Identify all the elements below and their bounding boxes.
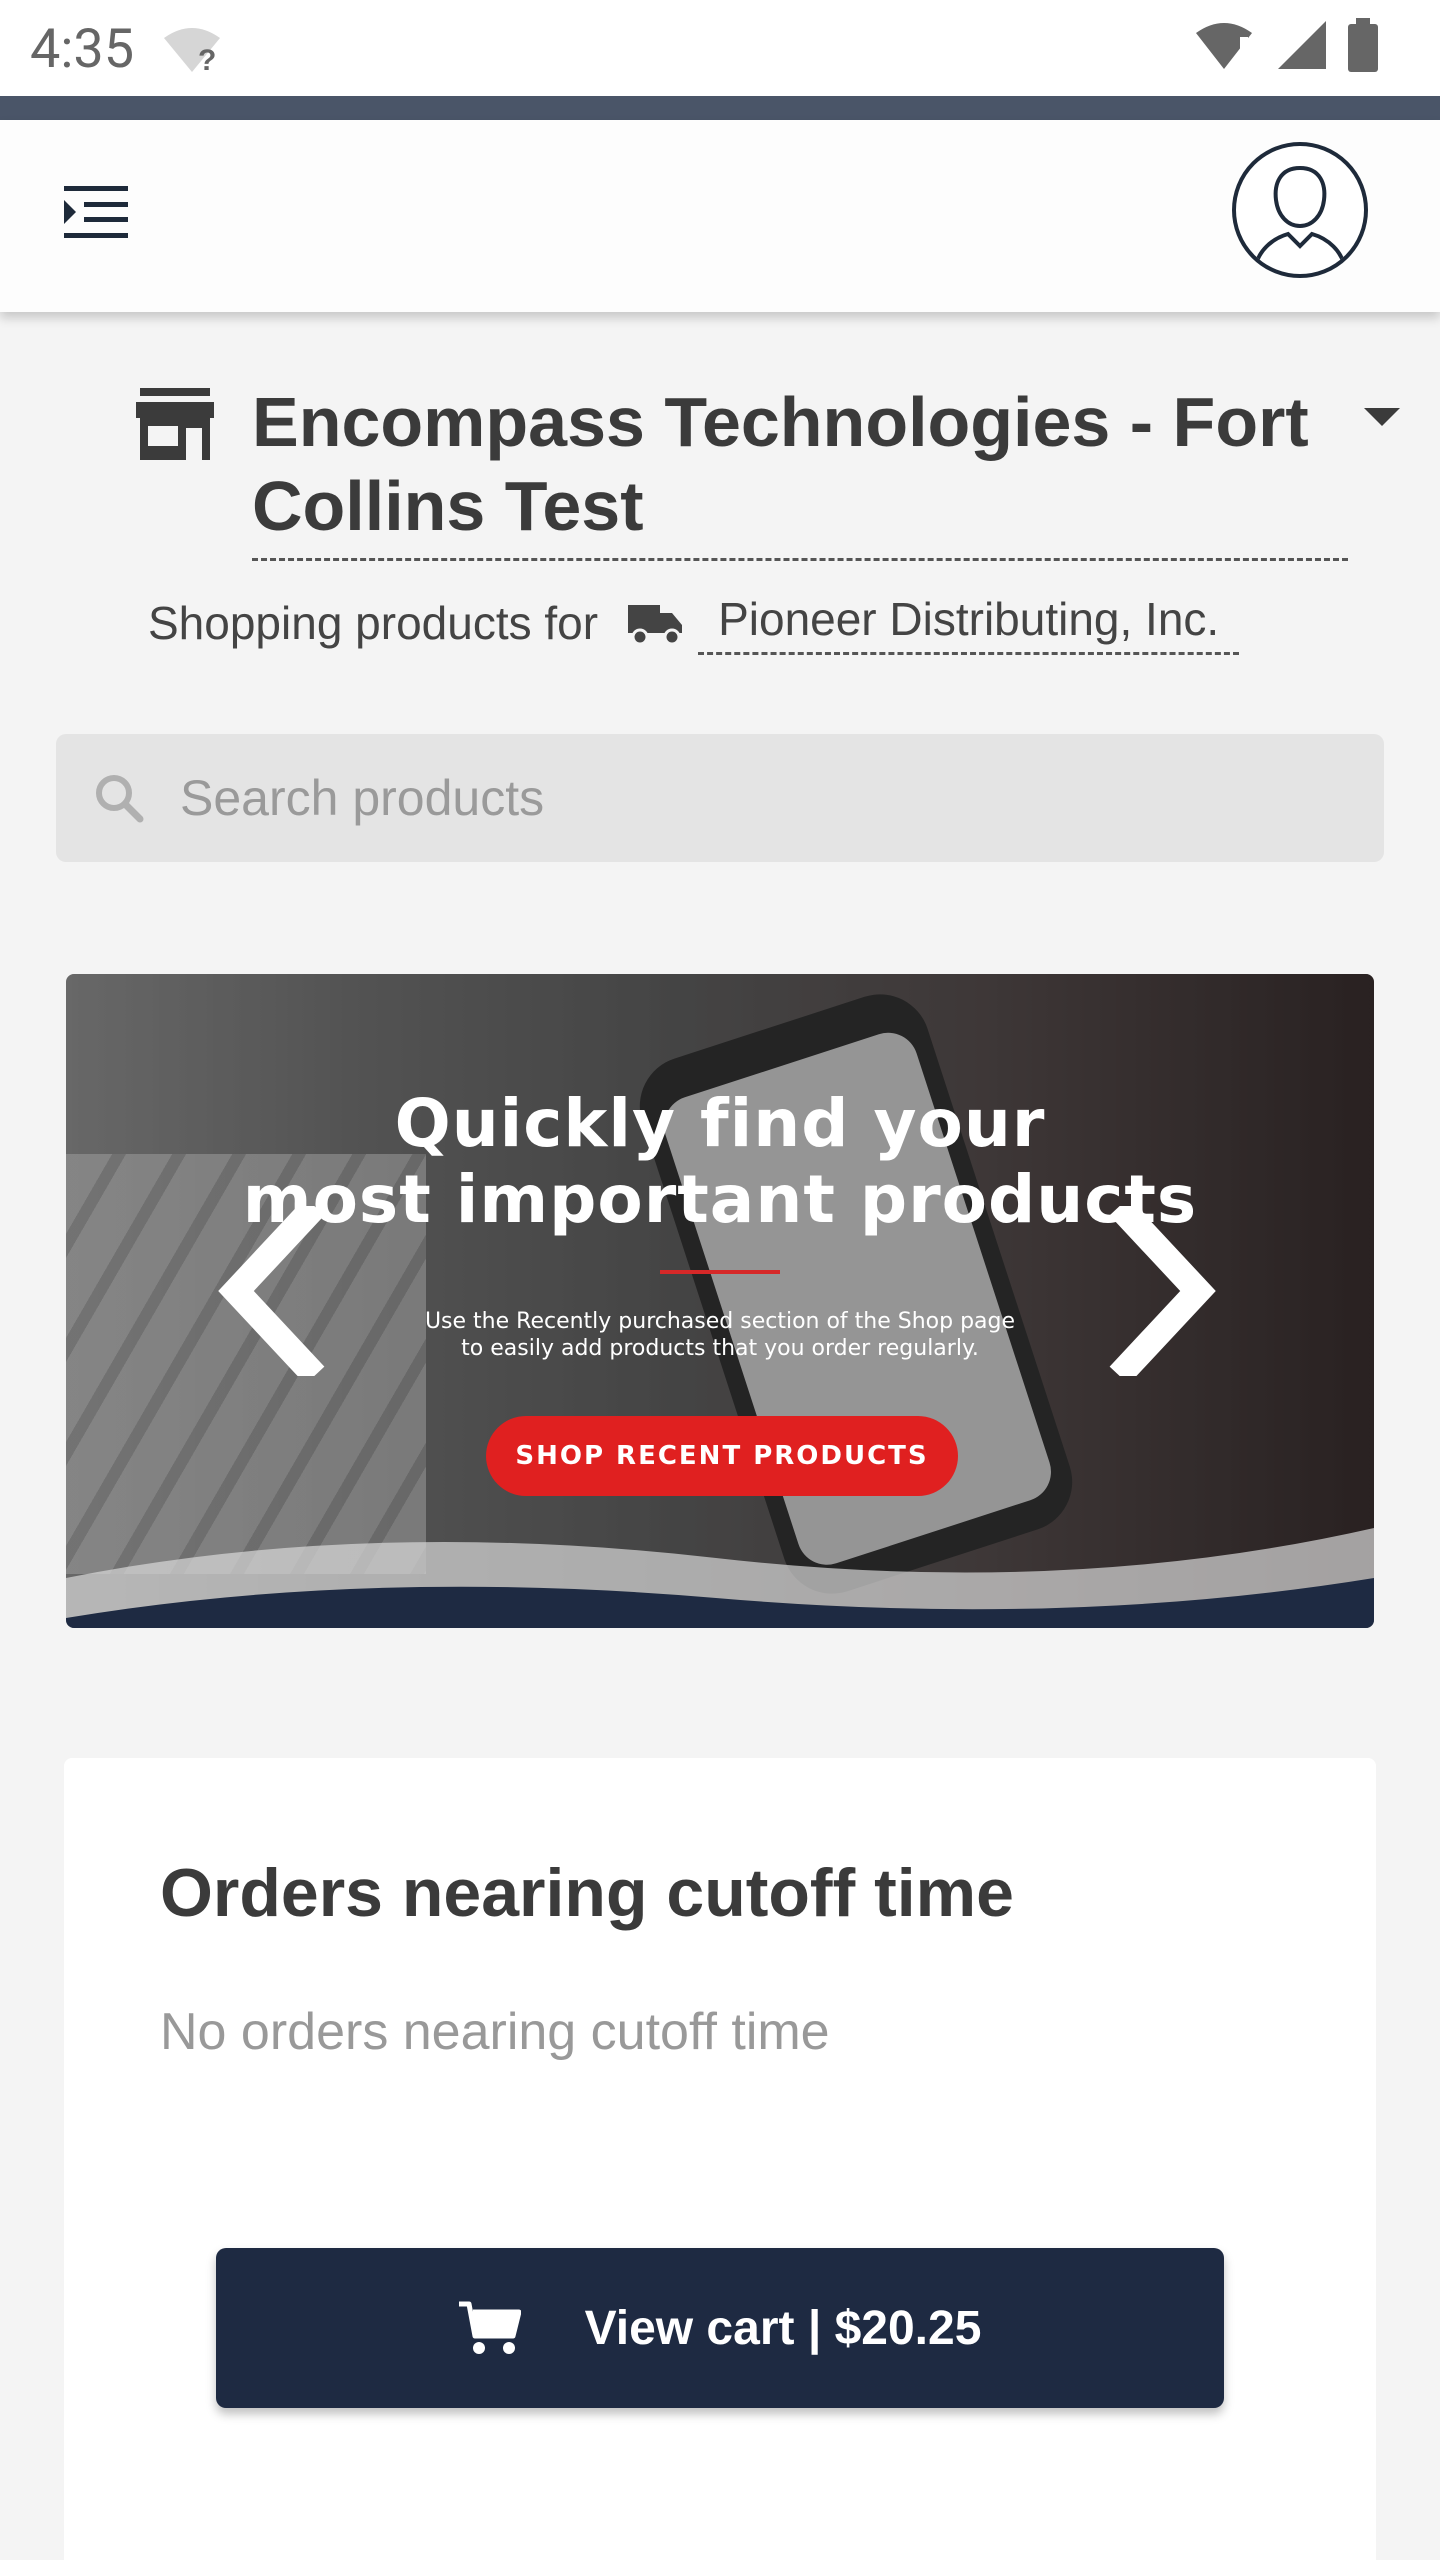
view-cart-button[interactable]: View cart | $20.25	[216, 2248, 1224, 2408]
store-name[interactable]: Encompass Technologies - Fort Collins Te…	[252, 380, 1348, 561]
svg-text:?: ?	[198, 44, 216, 74]
menu-indent-icon[interactable]	[60, 182, 132, 242]
shopping-for-row: Shopping products for Pioneer Distributi…	[148, 588, 1240, 658]
empty-message: No orders nearing cutoff time	[160, 2003, 830, 2061]
app-header	[0, 120, 1440, 312]
customer-selector[interactable]: Pioneer Distributing, Inc.	[698, 592, 1240, 655]
shop-recent-products-button[interactable]: SHOP RECENT PRODUCTS	[486, 1416, 958, 1496]
battery-icon	[1348, 18, 1378, 72]
cell-signal-icon	[1278, 21, 1326, 69]
orders-cutoff-card: Orders nearing cutoff time No orders nea…	[64, 1758, 1376, 2560]
accent-strip	[0, 96, 1440, 120]
search-icon	[96, 775, 144, 823]
shopping-cart-icon	[458, 2301, 521, 2354]
search-bar[interactable]	[56, 734, 1384, 862]
banner-wave	[66, 1528, 1374, 1628]
status-bar: 4:35 ?	[0, 0, 1440, 96]
user-avatar-icon[interactable]	[1232, 142, 1368, 278]
status-time: 4:35	[30, 18, 135, 81]
carousel-prev-icon[interactable]	[216, 1206, 326, 1376]
caret-down-icon[interactable]	[1362, 396, 1402, 436]
promo-banner[interactable]: Quickly find your most important product…	[66, 974, 1374, 1628]
shopping-for-label: Shopping products for	[148, 597, 599, 649]
status-icons	[1194, 18, 1380, 72]
truck-icon	[628, 605, 683, 645]
banner-headline-line1: Quickly find your	[394, 1085, 1046, 1162]
carousel-next-icon[interactable]	[1108, 1206, 1218, 1376]
card-title: Orders nearing cutoff time	[160, 1855, 1014, 1931]
view-cart-label: View cart | $20.25	[584, 2301, 982, 2355]
search-input[interactable]	[180, 769, 1384, 827]
storefront-icon	[136, 388, 214, 460]
banner-divider	[660, 1270, 780, 1274]
wifi-unknown-icon: ?	[164, 28, 220, 74]
wifi-alert-icon	[1196, 23, 1252, 69]
